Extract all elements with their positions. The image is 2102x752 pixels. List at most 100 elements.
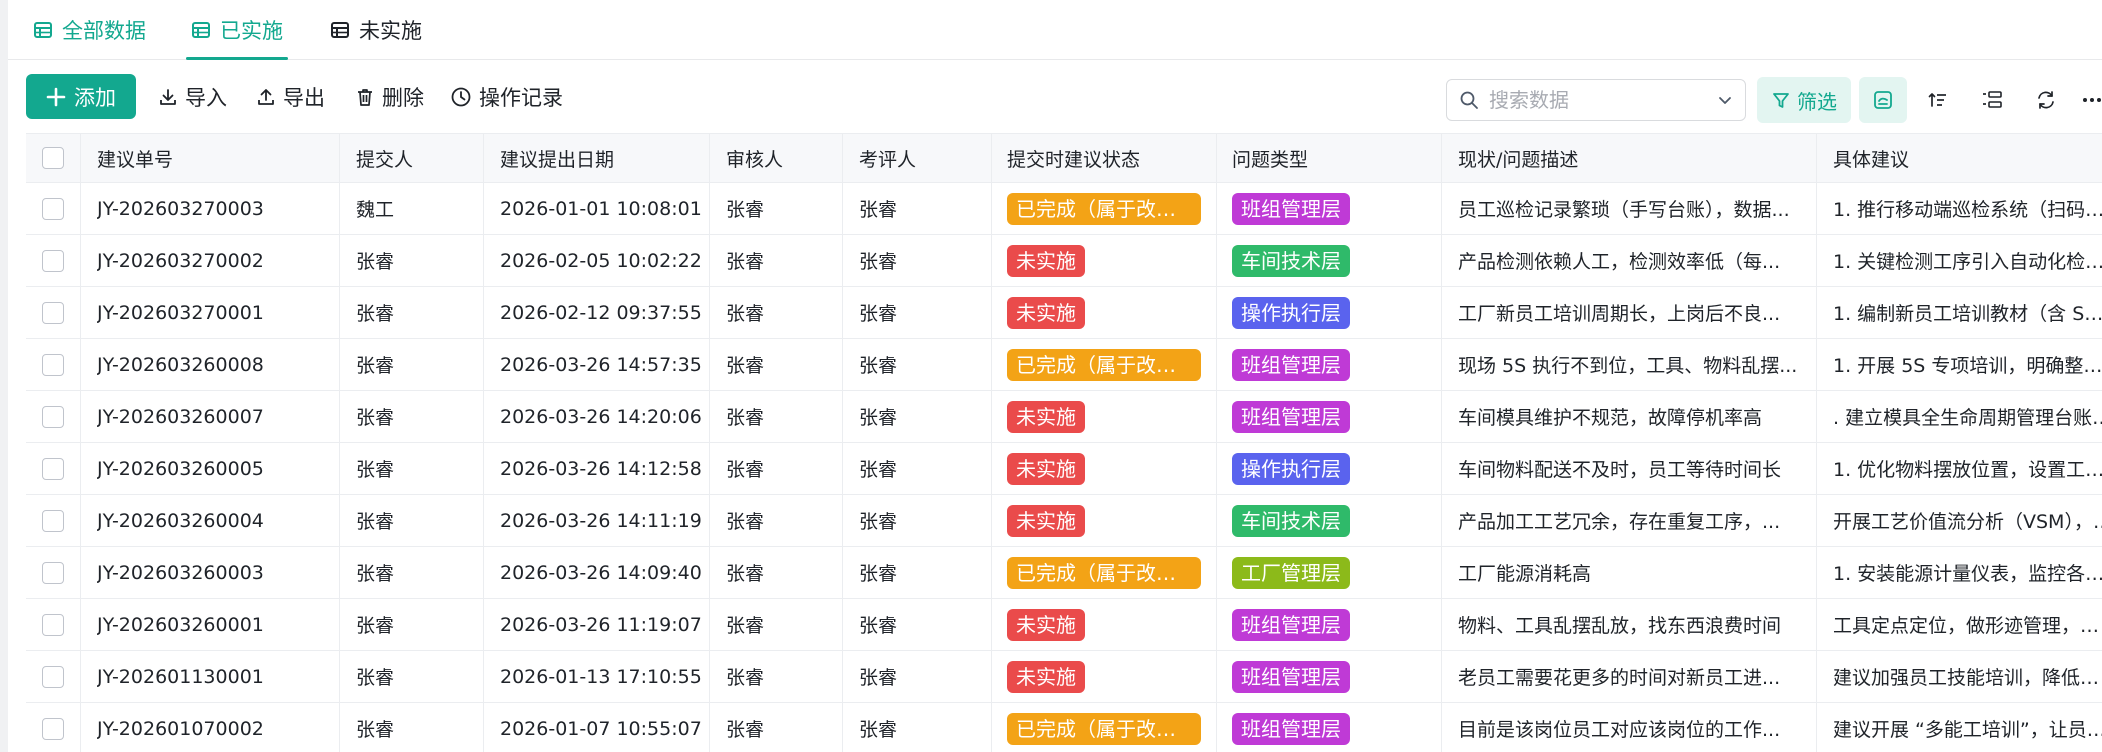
column-header[interactable]: 提交时建议状态 [992,134,1217,182]
select-all-checkbox[interactable] [42,147,64,169]
view-mode-button[interactable] [1859,77,1907,123]
submitter: 张睿 [340,235,484,286]
problem-description: 目前是该岗位员工对应该岗位的工作... [1442,703,1817,752]
export-button[interactable]: 导出 [256,74,325,119]
problem-type-cell: 车间技术层 [1217,495,1442,546]
column-header[interactable]: 建议提出日期 [484,134,710,182]
column-header[interactable]: 建议单号 [81,134,340,182]
submit-date: 2026-03-26 14:09:40 [484,547,710,598]
more-button[interactable] [2082,86,2102,114]
tab-implemented[interactable]: 已实施 [186,0,288,60]
reviewer: 张睿 [710,287,843,338]
operation-log-button[interactable]: 操作记录 [450,74,563,119]
submit-date-text: 2026-02-05 10:02:22 [500,249,702,272]
column-header[interactable]: 具体建议 [1817,134,2102,182]
table-row[interactable]: JY-202603270001 张睿 2026-02-12 09:37:55 张… [26,287,2102,339]
suggestion-id-text: JY-202601130001 [97,665,264,688]
problem-type-badge: 车间技术层 [1232,244,1350,277]
submit-date: 2026-01-01 10:08:01 [484,183,710,234]
page: 全部数据 已实施 未实施 添加 导入 导出 删除 操作记录 搜索数据 筛选 建议… [0,0,2102,752]
specific-suggestion-text: 1. 开展 5S 专项培训，明确整理、整... [1833,355,2102,377]
import-button[interactable]: 导入 [158,74,227,119]
tab-label: 已实施 [220,19,283,43]
table-row[interactable]: JY-202603270003 魏工 2026-01-01 10:08:01 张… [26,183,2102,235]
row-checkbox[interactable] [42,613,64,636]
specific-suggestion: 1. 编制新员工培训教材（含 SOP 实... [1817,287,2102,338]
row-checkbox-cell [26,703,81,752]
specific-suggestion-text: 1. 安装能源计量仪表，监控各车间... [1833,563,2102,585]
refresh-button[interactable] [2032,86,2060,114]
search-input[interactable] [1489,88,1699,112]
header-checkbox-cell [26,134,81,182]
table-row[interactable]: JY-202603260005 张睿 2026-03-26 14:12:58 张… [26,443,2102,495]
search-box[interactable] [1446,79,1746,121]
table-row[interactable]: JY-202601070002 张睿 2026-01-07 10:55:07 张… [26,703,2102,752]
row-checkbox[interactable] [42,353,64,376]
row-checkbox[interactable] [42,717,64,740]
table-row[interactable]: JY-202603260003 张睿 2026-03-26 14:09:40 张… [26,547,2102,599]
column-header[interactable]: 提交人 [340,134,484,182]
row-checkbox[interactable] [42,561,64,584]
table-row[interactable]: JY-202603260008 张睿 2026-03-26 14:57:35 张… [26,339,2102,391]
column-header[interactable]: 审核人 [710,134,843,182]
suggestion-id: JY-202601130001 [81,651,340,702]
column-header[interactable]: 问题类型 [1217,134,1442,182]
submitter: 张睿 [340,599,484,650]
row-checkbox[interactable] [42,301,64,324]
reviewer: 张睿 [710,183,843,234]
submit-date: 2026-03-26 11:19:07 [484,599,710,650]
specific-suggestion: . 建立模具全生命周期管理台账，设... [1817,391,2102,442]
reviewer-text: 张睿 [726,615,765,637]
problem-description: 老员工需要花更多的时间对新员工进... [1442,651,1817,702]
table-row[interactable]: JY-202603260001 张睿 2026-03-26 11:19:07 张… [26,599,2102,651]
submit-date-text: 2026-01-13 17:10:55 [500,665,702,688]
submit-date-text: 2026-01-07 10:55:07 [500,717,702,740]
table-row[interactable]: JY-202603270002 张睿 2026-02-05 10:02:22 张… [26,235,2102,287]
submit-date-text: 2026-03-26 14:12:58 [500,457,702,480]
status-badge: 未实施 [1007,400,1085,433]
column-header[interactable]: 考评人 [843,134,992,182]
add-button[interactable]: 添加 [26,74,136,119]
tab-not-implemented[interactable]: 未实施 [330,0,422,60]
row-checkbox[interactable] [42,509,64,532]
delete-button[interactable]: 删除 [355,74,424,119]
table-row[interactable]: JY-202603260007 张睿 2026-03-26 14:20:06 张… [26,391,2102,443]
suggestion-id: JY-202603260005 [81,443,340,494]
sort-button[interactable] [1924,86,1952,114]
refresh-icon [2038,91,2054,109]
row-checkbox[interactable] [42,249,64,272]
status-badge: 未实施 [1007,244,1085,277]
suggestion-id: JY-202603270002 [81,235,340,286]
submit-date: 2026-02-05 10:02:22 [484,235,710,286]
reviewer-text: 张睿 [726,459,765,481]
submitter-text: 张睿 [356,615,395,637]
submit-date: 2026-03-26 14:12:58 [484,443,710,494]
table-icon [192,22,210,38]
column-header[interactable]: 现状/问题描述 [1442,134,1817,182]
row-checkbox[interactable] [42,665,64,688]
problem-description: 工厂新员工培训周期长，上岗后不良... [1442,287,1817,338]
tab-all-data[interactable]: 全部数据 [33,0,146,60]
suggestion-id-text: JY-202603260003 [97,561,264,584]
status-cell: 未实施 [992,495,1217,546]
suggestion-id-text: JY-202601070002 [97,717,264,740]
status-cell: 未实施 [992,443,1217,494]
chevron-down-icon[interactable] [1717,92,1733,108]
problem-type-cell: 操作执行层 [1217,287,1442,338]
group-list-icon [1983,91,2002,108]
specific-suggestion-text: 1. 关键检测工序引入自动化检测设备... [1833,251,2102,273]
row-checkbox[interactable] [42,197,64,220]
status-badge: 已完成（属于改善） [1007,556,1201,589]
table-row[interactable]: JY-202603260004 张睿 2026-03-26 14:11:19 张… [26,495,2102,547]
table-row[interactable]: JY-202601130001 张睿 2026-01-13 17:10:55 张… [26,651,2102,703]
filter-button[interactable]: 筛选 [1757,77,1851,123]
row-checkbox[interactable] [42,457,64,480]
group-button[interactable] [1978,86,2006,114]
reviewer-text: 张睿 [726,303,765,325]
specific-suggestion-text: 开展工艺价值流分析（VSM），识别... [1833,511,2102,533]
evaluator: 张睿 [843,599,992,650]
suggestion-id: JY-202603260001 [81,599,340,650]
suggestion-id-text: JY-202603260001 [97,613,264,636]
submitter: 张睿 [340,391,484,442]
row-checkbox[interactable] [42,405,64,428]
